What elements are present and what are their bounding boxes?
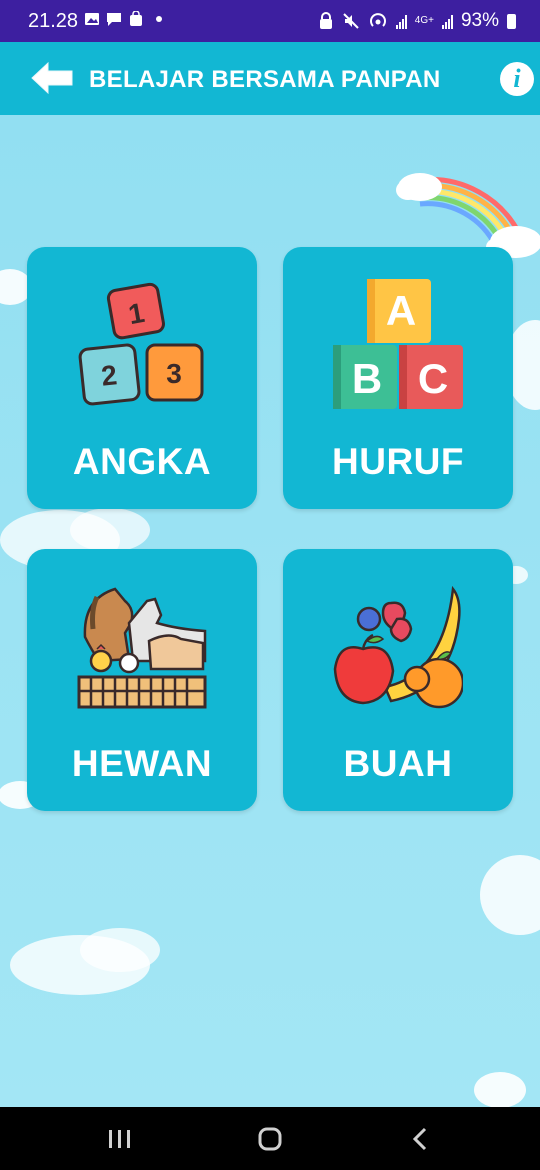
message-icon [107, 13, 121, 26]
tile-label-huruf: HURUF [332, 441, 464, 482]
farm-animals-icon [77, 587, 207, 709]
signal-icon [395, 13, 407, 29]
tile-label-hewan: HEWAN [71, 743, 213, 784]
status-notification-icons [84, 11, 162, 27]
tile-label-buah: BUAH [343, 743, 453, 784]
number-blocks-icon: 1 2 3 [78, 282, 204, 406]
signal-icon-2 [441, 13, 453, 29]
home-button[interactable] [250, 1123, 290, 1155]
battery-percent: 93% [460, 10, 499, 31]
status-bar: 21.28 4G+ 93% [0, 0, 540, 42]
network-type: 4G+ [414, 15, 434, 26]
back-icon [412, 1127, 427, 1151]
sky-background: 1 2 3 ANGKA A B C HURUF HEWAN BUAH [0, 115, 540, 1107]
info-button[interactable]: i [500, 62, 534, 96]
battery-icon [507, 13, 516, 29]
back-button[interactable] [28, 58, 76, 98]
lock-icon [319, 12, 332, 29]
menu-tile-huruf[interactable]: A B C HURUF [283, 247, 513, 509]
number-block-2: 2 [100, 359, 119, 391]
hotspot-icon [369, 13, 386, 27]
menu-tile-buah[interactable]: BUAH [283, 549, 513, 811]
recent-apps-button[interactable] [100, 1123, 140, 1155]
status-time: 21.28 [28, 10, 79, 32]
fruits-icon [333, 585, 463, 709]
letter-block-b: B [352, 355, 382, 402]
arrow-left-icon [31, 61, 73, 95]
system-back-button[interactable] [400, 1123, 440, 1155]
image-icon [85, 13, 99, 25]
menu-tile-hewan[interactable]: HEWAN [27, 549, 257, 811]
letter-block-a: A [386, 287, 416, 334]
letter-blocks-icon: A B C [333, 279, 463, 409]
more-notifications-dot [156, 16, 162, 22]
shopping-icon [130, 11, 142, 26]
status-system-icons: 4G+ 93% [318, 10, 516, 32]
system-nav-bar [0, 1107, 540, 1170]
page-title: BELAJAR BERSAMA PANPAN [89, 66, 441, 93]
number-block-3: 3 [166, 358, 182, 389]
info-icon: i [513, 64, 521, 93]
tile-label-angka: ANGKA [72, 441, 212, 482]
app-bar: BELAJAR BERSAMA PANPAN i [0, 42, 540, 115]
letter-block-c: C [418, 355, 448, 402]
mute-icon [343, 13, 359, 29]
recent-apps-icon [109, 1130, 130, 1148]
home-icon [258, 1127, 282, 1151]
menu-tile-angka[interactable]: 1 2 3 ANGKA [27, 247, 257, 509]
